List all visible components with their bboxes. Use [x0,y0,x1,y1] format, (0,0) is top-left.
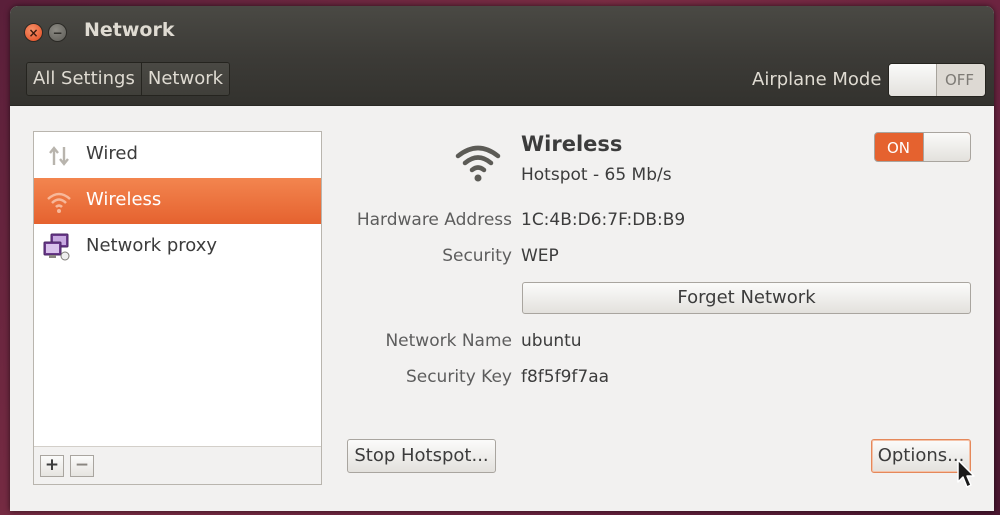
remove-device-button[interactable]: − [70,455,94,477]
sidebar-item-wired[interactable]: Wired [34,132,321,178]
sidebar-item-wireless[interactable]: Wireless [34,178,321,224]
toolbar: All Settings Network Airplane Mode OFF [10,56,994,106]
switch-knob [889,64,937,96]
close-window-button[interactable]: × [24,23,43,42]
device-list: Wired Wireless Network proxy + − [33,131,322,485]
wifi-icon [47,192,71,213]
window-title: Network [84,19,175,41]
airplane-mode-switch[interactable]: OFF [888,63,986,97]
sidebar-item-network-proxy[interactable]: Network proxy [34,224,321,270]
wireless-power-state: ON [887,139,911,157]
security-value: WEP [521,246,559,266]
network-name-label: Network Name [385,331,512,351]
sidebar-item-label: Wireless [86,189,162,210]
device-name: Wireless [521,132,623,156]
hardware-address-value: 1C:4B:D6:7F:DB:B9 [521,210,686,230]
sidebar-item-label: Wired [86,143,138,164]
switch-knob [923,133,970,161]
stop-hotspot-button[interactable]: Stop Hotspot... [347,439,496,473]
device-status: Hotspot - 65 Mb/s [521,165,672,185]
network-settings-window: × − Network All Settings Network Airplan… [10,6,994,511]
security-label: Security [442,246,512,266]
airplane-mode-label: Airplane Mode [752,69,882,90]
airplane-mode-state: OFF [945,71,975,89]
wireless-power-switch[interactable]: ON [874,132,971,162]
forget-network-button[interactable]: Forget Network [522,282,971,314]
security-key-value: f8f5f9f7aa [521,367,610,387]
device-list-toolbar: + − [34,446,321,484]
security-key-label: Security Key [405,367,512,387]
wired-arrows-icon [49,146,69,166]
breadcrumb-network[interactable]: Network [140,63,230,95]
sidebar-item-label: Network proxy [86,235,218,256]
wifi-icon [455,145,501,182]
breadcrumb-all-settings[interactable]: All Settings [27,63,141,95]
add-device-button[interactable]: + [40,455,64,477]
mouse-pointer-icon [957,459,975,488]
minimize-window-button[interactable]: − [48,23,67,42]
network-proxy-icon [43,233,70,261]
breadcrumb: All Settings Network [26,62,231,96]
network-name-value: ubuntu [521,331,582,351]
title-bar: × − Network [10,6,994,56]
hardware-address-label: Hardware Address [356,210,512,230]
